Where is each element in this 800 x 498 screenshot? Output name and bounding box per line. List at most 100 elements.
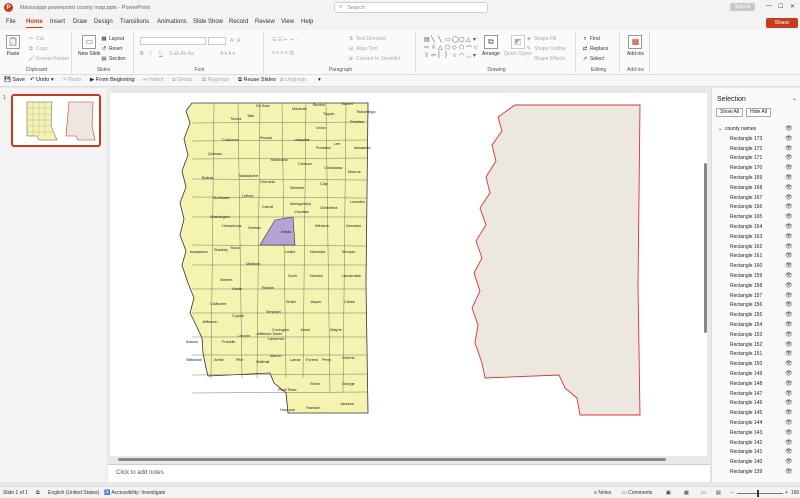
text-direction-button[interactable]: ⇅ Text Direction — [348, 36, 387, 42]
addins-button[interactable]: ▦ Add-ins — [627, 35, 644, 57]
tab-help[interactable]: Help — [301, 19, 313, 25]
hide-all-button[interactable]: Hide All — [746, 108, 771, 117]
line-shape-icon[interactable]: ╲ — [431, 36, 438, 44]
visibility-eye-icon[interactable]: 👁 — [785, 154, 793, 164]
visibility-eye-icon[interactable]: 👁 — [785, 262, 793, 272]
shape-icon-j[interactable]: } — [445, 52, 452, 60]
shape-icon-h[interactable]: ⇦ — [431, 52, 438, 60]
selection-item[interactable]: Rectangle 154 👁 — [712, 321, 800, 331]
shapes-gallery[interactable]: ▤ ╲ ╲ ▭ ◯ ▢ △ ▾ ⇨ ⇩ △ ⬡ ◇ ⬠ ⌒ ☆ ⇧ ⇦{} ☆ ◠ ◡ ▾ — [424, 36, 480, 61]
copy-button[interactable]: ⧉ Copy — [28, 46, 48, 53]
reading-view-icon[interactable]: ▭ — [701, 490, 706, 496]
selection-item[interactable]: Rectangle 140 👁 — [712, 458, 800, 468]
font-name-field[interactable] — [140, 37, 206, 45]
tab-review[interactable]: Review — [255, 19, 275, 25]
underline-icon[interactable]: U — [159, 51, 163, 57]
visibility-eye-icon[interactable]: 👁 — [785, 282, 793, 292]
new-slide-button[interactable]: ▭ New Slide — [78, 35, 101, 57]
from-beginning-button[interactable]: ▶ From Beginning — [90, 77, 135, 83]
selection-item[interactable]: Rectangle 149 👁 — [712, 370, 800, 380]
bullets-icon[interactable]: ☰ ☰ ⇤ ⇥ ↕ — [272, 37, 297, 43]
shape-icon-m[interactable]: ◡ — [466, 52, 473, 60]
visibility-eye-icon[interactable]: 👁 — [785, 233, 793, 243]
slide-canvas[interactable]: De Soto Marshall Benton Tippah Alcorn Tishomi… — [110, 93, 707, 456]
horizontal-scrollbar[interactable] — [114, 457, 702, 462]
tab-draw[interactable]: Draw — [73, 19, 87, 25]
zoom-level[interactable]: 160 — [791, 490, 799, 496]
rectangle-shape-icon[interactable]: ▭ — [445, 36, 452, 44]
mississippi-county-map-shape[interactable] — [179, 102, 369, 414]
visibility-eye-icon[interactable]: 👁 — [785, 125, 793, 135]
normal-view-icon[interactable]: ▣ — [666, 490, 671, 496]
selection-item[interactable]: Rectangle 151 👁 — [712, 350, 800, 360]
save-button[interactable]: 💾 Save — [4, 77, 25, 83]
tab-insert[interactable]: Insert — [50, 19, 65, 25]
select-button[interactable]: ➚ Select — [582, 56, 604, 62]
slide-thumbnail[interactable] — [11, 94, 101, 147]
visibility-eye-icon[interactable]: 👁 — [785, 419, 793, 429]
visibility-eye-icon[interactable]: 👁 — [785, 321, 793, 331]
arrange-button[interactable]: ⧉ Arrange — [482, 35, 500, 57]
font-size-field[interactable] — [208, 37, 226, 45]
visibility-eye-icon[interactable]: 👁 — [785, 439, 793, 449]
accessibility-status[interactable]: ♿ Accessibility: Investigate — [104, 490, 166, 496]
align-icon[interactable]: ≡ ≡ ≡ ≡ ▥ — [272, 50, 294, 56]
slideshow-view-icon[interactable]: ▤ — [716, 490, 721, 496]
selection-item[interactable]: Rectangle 152 👁 — [712, 341, 800, 351]
shape-icon-n[interactable]: ▾ — [473, 52, 480, 60]
selection-item[interactable]: Rectangle 171 👁 — [712, 154, 800, 164]
visibility-eye-icon[interactable]: 👁 — [785, 331, 793, 341]
selection-item[interactable]: Rectangle 159 👁 — [712, 272, 800, 282]
align-text-button[interactable]: ⊟ Align Text — [348, 46, 378, 52]
layout-button[interactable]: ▦ Layout — [101, 36, 124, 42]
visibility-eye-icon[interactable]: 👁 — [785, 145, 793, 155]
visibility-eye-icon[interactable]: 👁 — [785, 203, 793, 213]
close-icon[interactable]: ✕ — [790, 3, 795, 10]
expand-caret-icon[interactable]: ⌄ — [718, 125, 722, 135]
search-box[interactable]: ⌕ Search — [334, 2, 488, 13]
tab-slide-show[interactable]: Slide Show — [193, 19, 223, 25]
selection-item[interactable]: Rectangle 145 👁 — [712, 409, 800, 419]
selection-item[interactable]: Rectangle 162 👁 — [712, 243, 800, 253]
visibility-eye-icon[interactable]: 👁 — [785, 223, 793, 233]
shape-icon-d[interactable]: ⬠ — [459, 44, 466, 52]
selection-item[interactable]: Rectangle 150 👁 — [712, 360, 800, 370]
visibility-eye-icon[interactable]: 👁 — [785, 272, 793, 282]
shape-icon-e[interactable]: ⌒ — [466, 44, 473, 53]
shape-icon-a[interactable]: △ — [438, 44, 445, 52]
selection-item[interactable]: Rectangle 156 👁 — [712, 301, 800, 311]
collapse-pane-icon[interactable]: ⌄ — [792, 95, 797, 102]
visibility-eye-icon[interactable]: 👁 — [785, 243, 793, 253]
shape-icon-f[interactable]: ☆ — [473, 44, 480, 52]
paste-button[interactable]: 📋 Paste — [6, 35, 20, 57]
indent-button[interactable]: ⇥ Indent — [142, 77, 163, 83]
redo-button[interactable]: ↷ Redo — [62, 77, 81, 83]
county-map[interactable]: De Soto Marshall Benton Tippah AlcornTishomi… — [179, 102, 376, 414]
show-all-button[interactable]: Show All — [716, 108, 744, 117]
zoom-in-icon[interactable]: + — [785, 490, 788, 496]
visibility-eye-icon[interactable]: 👁 — [785, 468, 793, 478]
selection-item[interactable]: Rectangle 155 👁 — [712, 311, 800, 321]
convert-smartart-button[interactable]: ⧈ Convert to SmartArt — [348, 56, 400, 63]
shape-icon-l[interactable]: ◠ — [459, 52, 466, 60]
minimize-icon[interactable]: — — [766, 3, 772, 9]
vertical-scroll-thumb[interactable] — [704, 163, 707, 333]
selection-group-row[interactable]: ⌄ county names 👁 — [712, 125, 800, 135]
visibility-eye-icon[interactable]: 👁 — [785, 350, 793, 360]
reuse-slides-button[interactable]: ⧉ Reuse Slides — [238, 77, 276, 84]
customize-qat-icon[interactable]: ▾ — [318, 77, 321, 83]
sign-in-button[interactable]: Sign in — [730, 3, 756, 11]
tab-transitions[interactable]: Transitions — [120, 19, 149, 25]
regroup-button[interactable]: ⧉ Regroup — [202, 77, 229, 84]
visibility-eye-icon[interactable]: 👁 — [785, 360, 793, 370]
undo-button[interactable]: ↶ Undo ▾ — [30, 77, 54, 83]
cut-button[interactable]: ✂ Cut — [28, 36, 44, 42]
visibility-eye-icon[interactable]: 👁 — [785, 370, 793, 380]
visibility-eye-icon[interactable]: 👁 — [785, 301, 793, 311]
visibility-eye-icon[interactable]: 👁 — [785, 458, 793, 468]
format-painter-button[interactable]: 🖌Format Painter — [28, 56, 69, 62]
reset-button[interactable]: ↺ Reset — [101, 46, 122, 52]
line-shape-icon-2[interactable]: ╲ — [438, 36, 445, 44]
shape-fill-button[interactable]: ◈ Shape Fill — [526, 36, 556, 42]
selection-item[interactable]: Rectangle 157 👁 — [712, 292, 800, 302]
